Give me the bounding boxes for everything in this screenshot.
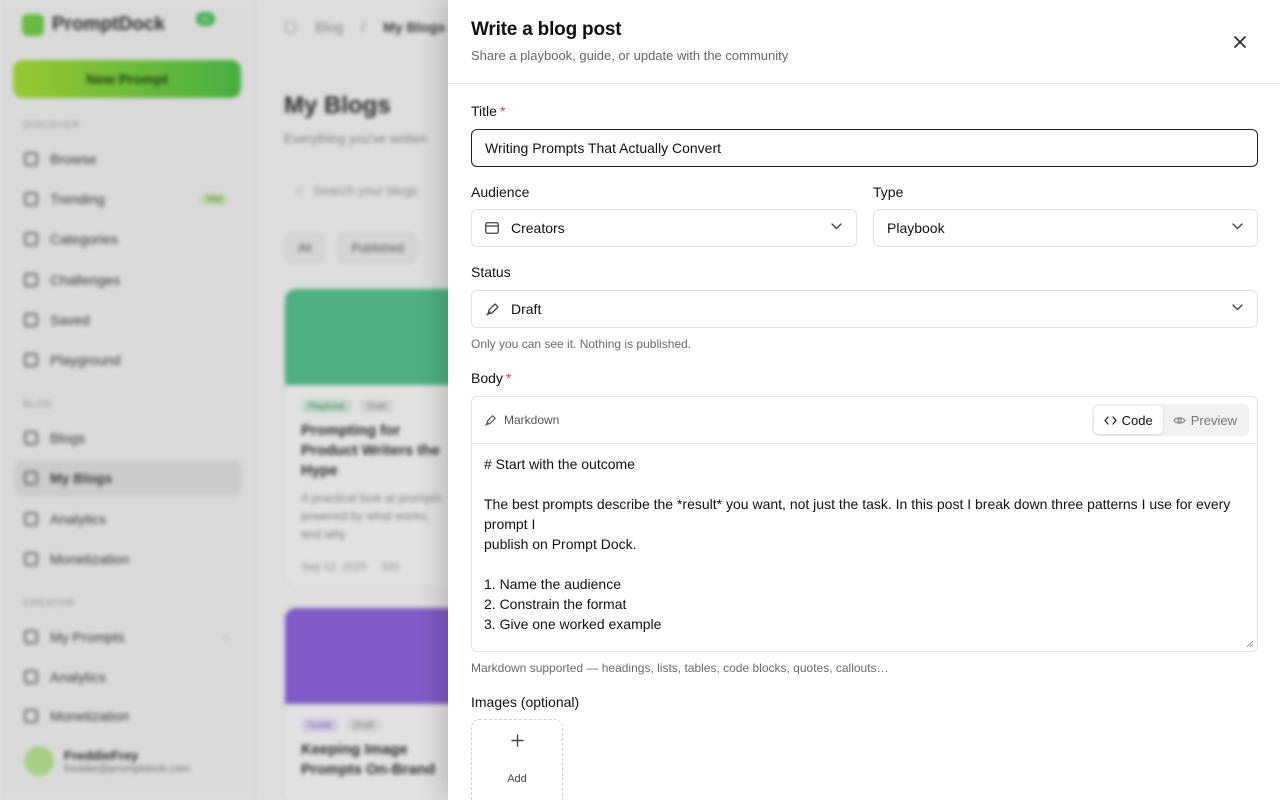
drawer-header: Write a blog post Share a playbook, guid… bbox=[448, 0, 1280, 84]
title-label: Title * bbox=[471, 103, 505, 119]
editor-toolbar: Markdown Code Preview bbox=[472, 397, 1257, 444]
type-label: Type bbox=[873, 184, 904, 200]
type-select[interactable]: Playbook bbox=[873, 209, 1258, 247]
audience-label: Audience bbox=[471, 184, 530, 200]
required-mark: * bbox=[505, 370, 512, 386]
code-icon bbox=[1104, 415, 1117, 425]
plus-icon bbox=[510, 734, 524, 747]
add-image-button[interactable]: Add bbox=[471, 719, 563, 800]
body-line: 2. Constrain the format bbox=[484, 596, 627, 612]
resize-handle-icon[interactable] bbox=[1246, 640, 1254, 648]
body-line bbox=[484, 474, 1245, 494]
body-line: 1. Name the audience bbox=[484, 576, 621, 592]
chevron-down-icon bbox=[1232, 223, 1243, 230]
editor-mode-tabs: Code Preview bbox=[1091, 404, 1249, 436]
markdown-editor: Markdown Code Preview # Start with the o… bbox=[471, 396, 1258, 652]
tab-preview-label: Preview bbox=[1190, 412, 1237, 428]
title-label-text: Title bbox=[471, 103, 497, 119]
markdown-indicator: Markdown bbox=[484, 413, 559, 427]
tab-preview[interactable]: Preview bbox=[1163, 406, 1247, 434]
body-line: The best prompts describe the *result* y… bbox=[484, 496, 1231, 532]
body-helper-text: Markdown supported — headings, lists, ta… bbox=[471, 661, 889, 675]
tab-code-label: Code bbox=[1121, 412, 1153, 428]
body-line: # Start with the outcome bbox=[484, 456, 635, 472]
pen-icon bbox=[485, 301, 501, 317]
status-select[interactable]: Draft bbox=[471, 290, 1258, 328]
required-mark: * bbox=[499, 103, 506, 119]
body-line: publish on Prompt Dock. bbox=[484, 536, 637, 552]
close-icon bbox=[1234, 36, 1246, 48]
add-image-label: Add bbox=[507, 773, 527, 785]
type-value: Playbook bbox=[887, 220, 945, 236]
markdown-label: Markdown bbox=[504, 413, 560, 427]
body-label: Body * bbox=[471, 370, 511, 386]
eye-icon bbox=[1173, 416, 1186, 424]
status-label: Status bbox=[471, 264, 511, 280]
close-button[interactable] bbox=[1228, 30, 1252, 54]
audience-value: Creators bbox=[511, 220, 565, 236]
chevron-down-icon bbox=[831, 223, 842, 230]
card-icon bbox=[485, 220, 501, 236]
title-input-value: Writing Prompts That Actually Convert bbox=[485, 140, 722, 156]
body-label-text: Body bbox=[471, 370, 503, 386]
body-line: 3. Give one worked example bbox=[484, 616, 662, 632]
drawer-title: Write a blog post bbox=[471, 19, 622, 40]
title-input[interactable]: Writing Prompts That Actually Convert bbox=[471, 129, 1258, 167]
body-textarea[interactable]: # Start with the outcome The best prompt… bbox=[472, 444, 1257, 644]
status-helper-text: Only you can see it. Nothing is publishe… bbox=[471, 337, 692, 351]
chevron-down-icon bbox=[1232, 304, 1243, 311]
body-line bbox=[484, 554, 1245, 574]
tab-code[interactable]: Code bbox=[1093, 406, 1163, 434]
drawer-subtitle: Share a playbook, guide, or update with … bbox=[471, 48, 789, 63]
pen-icon bbox=[485, 414, 496, 426]
images-label: Images (optional) bbox=[471, 694, 580, 710]
audience-select[interactable]: Creators bbox=[471, 209, 857, 247]
status-value: Draft bbox=[511, 301, 542, 317]
write-blog-drawer: Write a blog post Share a playbook, guid… bbox=[448, 0, 1280, 800]
